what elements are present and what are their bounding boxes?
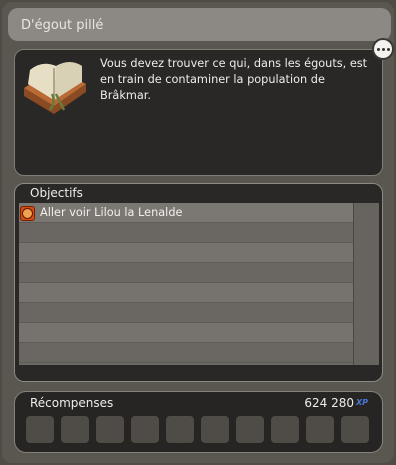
reward-slot[interactable]	[270, 415, 300, 444]
reward-slot[interactable]	[200, 415, 230, 444]
reward-slot[interactable]	[165, 415, 195, 444]
objective-row-empty	[19, 283, 353, 303]
objective-row[interactable]: Aller voir Lilou la Lenalde	[19, 203, 353, 223]
chat-dot-icon	[381, 47, 385, 51]
quest-title: D'égout pillé	[21, 18, 104, 33]
reward-slot[interactable]	[95, 415, 125, 444]
objective-row-empty	[19, 223, 353, 243]
objective-target-icon	[20, 206, 35, 221]
reward-slot[interactable]	[25, 415, 55, 444]
chat-bubble-button[interactable]	[372, 38, 394, 60]
reward-slot[interactable]	[340, 415, 370, 444]
quest-description: Vous devez trouver ce qui, dans les égou…	[100, 57, 368, 102]
rewards-header: Récompenses	[30, 396, 114, 410]
objective-row-empty	[19, 323, 353, 343]
objective-row-empty	[19, 263, 353, 283]
reward-slot[interactable]	[235, 415, 265, 444]
objectives-list: Aller voir Lilou la Lenalde	[19, 203, 353, 365]
xp-unit-label: XP	[356, 398, 369, 407]
reward-slot[interactable]	[305, 415, 335, 444]
objective-row-empty	[19, 303, 353, 323]
objective-label: Aller voir Lilou la Lenalde	[40, 206, 183, 219]
chat-dot-icon	[386, 47, 390, 51]
objective-row-empty	[19, 243, 353, 263]
objective-row-empty	[19, 343, 353, 363]
reward-slot[interactable]	[60, 415, 90, 444]
quest-book-icon	[24, 62, 86, 114]
reward-slot[interactable]	[130, 415, 160, 444]
chat-dot-icon	[376, 47, 380, 51]
rewards-xp-value: 624 280	[304, 396, 354, 410]
objectives-header: Objectifs	[30, 186, 83, 200]
reward-slots	[25, 415, 370, 444]
objectives-scrollbar[interactable]	[353, 203, 379, 365]
